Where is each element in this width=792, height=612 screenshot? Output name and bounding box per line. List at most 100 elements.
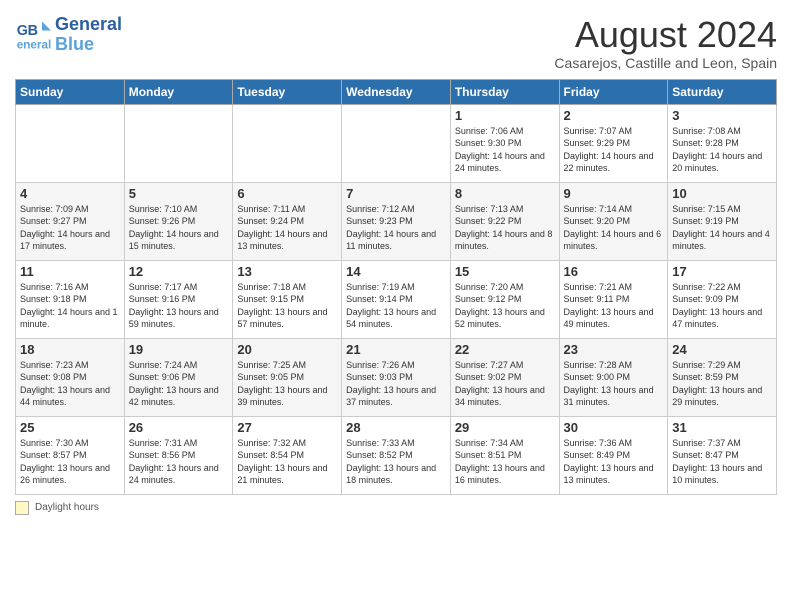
- table-row: 21Sunrise: 7:26 AMSunset: 9:03 PMDayligh…: [342, 338, 451, 416]
- day-info: Sunrise: 7:23 AMSunset: 9:08 PMDaylight:…: [20, 359, 120, 409]
- table-row: 20 Sunrise: 7:25 AMSunset: 9:05 PMDayligh…: [233, 338, 342, 416]
- logo-text-general: General: [55, 15, 122, 35]
- day-info: Sunrise: 7:24 AMSunset: 9:06 PMDaylight:…: [129, 359, 229, 409]
- svg-text:B: B: [28, 23, 38, 39]
- day-info: Sunrise: 7:17 AMSunset: 9:16 PMDaylight:…: [129, 281, 229, 331]
- logo: G B eneral General Blue: [15, 15, 122, 55]
- day-info: Sunrise: 7:21 AMSunset: 9:11 PMDaylight:…: [564, 281, 664, 331]
- table-row: 1 Sunrise: 7:06 AMSunset: 9:30 PMDaylight…: [450, 104, 559, 182]
- col-sunday: Sunday: [16, 79, 125, 104]
- table-row: 9 Sunrise: 7:14 AMSunset: 9:20 PMDaylight…: [559, 182, 668, 260]
- day-number: 28: [346, 420, 446, 435]
- legend-box: [15, 501, 29, 515]
- table-row: 13Sunrise: 7:18 AMSunset: 9:15 PMDayligh…: [233, 260, 342, 338]
- table-row: [124, 104, 233, 182]
- table-row: 31Sunrise: 7:37 AMSunset: 8:47 PMDayligh…: [668, 416, 777, 494]
- day-number: 16: [564, 264, 664, 279]
- table-row: 22Sunrise: 7:27 AMSunset: 9:02 PMDayligh…: [450, 338, 559, 416]
- day-number: 27: [237, 420, 337, 435]
- day-info: Sunrise: 7:10 AMSunset: 9:26 PMDaylight:…: [129, 203, 229, 253]
- day-info: Sunrise: 7:08 AMSunset: 9:28 PMDaylight:…: [672, 125, 772, 175]
- page-header: G B eneral General Blue August 2024 Casa…: [15, 15, 777, 71]
- calendar-week-3: 11 Sunrise: 7:16 AMSunset: 9:18 PMDayligh…: [16, 260, 777, 338]
- day-info: Sunrise: 7:16 AMSunset: 9:18 PMDaylight:…: [20, 281, 120, 331]
- day-number: 18: [20, 342, 120, 357]
- table-row: 3 Sunrise: 7:08 AMSunset: 9:28 PMDaylight…: [668, 104, 777, 182]
- table-row: 19 Sunrise: 7:24 AMSunset: 9:06 PMDayligh…: [124, 338, 233, 416]
- table-row: 12 Sunrise: 7:17 AMSunset: 9:16 PMDayligh…: [124, 260, 233, 338]
- table-row: [342, 104, 451, 182]
- day-number: 12: [129, 264, 229, 279]
- day-number: 15: [455, 264, 555, 279]
- day-info: Sunrise: 7:06 AMSunset: 9:30 PMDaylight:…: [455, 125, 555, 175]
- table-row: 25Sunrise: 7:30 AMSunset: 8:57 PMDayligh…: [16, 416, 125, 494]
- day-number: 1: [455, 108, 555, 123]
- table-row: 6 Sunrise: 7:11 AMSunset: 9:24 PMDaylight…: [233, 182, 342, 260]
- day-info: Sunrise: 7:19 AMSunset: 9:14 PMDaylight:…: [346, 281, 446, 331]
- day-info: Sunrise: 7:11 AMSunset: 9:24 PMDaylight:…: [237, 203, 337, 253]
- svg-text:eneral: eneral: [17, 38, 51, 51]
- calendar-week-5: 25Sunrise: 7:30 AMSunset: 8:57 PMDayligh…: [16, 416, 777, 494]
- table-row: 16 Sunrise: 7:21 AMSunset: 9:11 PMDayligh…: [559, 260, 668, 338]
- col-tuesday: Tuesday: [233, 79, 342, 104]
- day-number: 20: [237, 342, 337, 357]
- table-row: 14 Sunrise: 7:19 AMSunset: 9:14 PMDayligh…: [342, 260, 451, 338]
- day-number: 24: [672, 342, 772, 357]
- day-info: Sunrise: 7:32 AMSunset: 8:54 PMDaylight:…: [237, 437, 337, 487]
- day-info: Sunrise: 7:14 AMSunset: 9:20 PMDaylight:…: [564, 203, 664, 253]
- table-row: 11 Sunrise: 7:16 AMSunset: 9:18 PMDayligh…: [16, 260, 125, 338]
- day-number: 7: [346, 186, 446, 201]
- table-row: 28 Sunrise: 7:33 AMSunset: 8:52 PMDayligh…: [342, 416, 451, 494]
- day-number: 3: [672, 108, 772, 123]
- day-number: 4: [20, 186, 120, 201]
- day-number: 29: [455, 420, 555, 435]
- day-number: 8: [455, 186, 555, 201]
- day-info: Sunrise: 7:28 AMSunset: 9:00 PMDaylight:…: [564, 359, 664, 409]
- day-info: Sunrise: 7:12 AMSunset: 9:23 PMDaylight:…: [346, 203, 446, 253]
- calendar-header-row: Sunday Monday Tuesday Wednesday Thursday…: [16, 79, 777, 104]
- table-row: 17Sunrise: 7:22 AMSunset: 9:09 PMDayligh…: [668, 260, 777, 338]
- day-info: Sunrise: 7:30 AMSunset: 8:57 PMDaylight:…: [20, 437, 120, 487]
- day-number: 10: [672, 186, 772, 201]
- legend: Daylight hours: [15, 501, 99, 515]
- day-info: Sunrise: 7:36 AMSunset: 8:49 PMDaylight:…: [564, 437, 664, 487]
- day-info: Sunrise: 7:07 AMSunset: 9:29 PMDaylight:…: [564, 125, 664, 175]
- table-row: 4Sunrise: 7:09 AMSunset: 9:27 PMDaylight…: [16, 182, 125, 260]
- table-row: 2 Sunrise: 7:07 AMSunset: 9:29 PMDaylight…: [559, 104, 668, 182]
- day-info: Sunrise: 7:29 AMSunset: 8:59 PMDaylight:…: [672, 359, 772, 409]
- table-row: 7 Sunrise: 7:12 AMSunset: 9:23 PMDaylight…: [342, 182, 451, 260]
- table-row: 18 Sunrise: 7:23 AMSunset: 9:08 PMDayligh…: [16, 338, 125, 416]
- day-info: Sunrise: 7:34 AMSunset: 8:51 PMDaylight:…: [455, 437, 555, 487]
- day-number: 6: [237, 186, 337, 201]
- day-info: Sunrise: 7:13 AMSunset: 9:22 PMDaylight:…: [455, 203, 555, 253]
- logo-icon: G B eneral: [15, 17, 51, 53]
- day-number: 22: [455, 342, 555, 357]
- day-number: 9: [564, 186, 664, 201]
- day-number: 14: [346, 264, 446, 279]
- day-info: Sunrise: 7:33 AMSunset: 8:52 PMDaylight:…: [346, 437, 446, 487]
- day-info: Sunrise: 7:31 AMSunset: 8:56 PMDaylight:…: [129, 437, 229, 487]
- day-number: 5: [129, 186, 229, 201]
- day-number: 19: [129, 342, 229, 357]
- table-row: 23 Sunrise: 7:28 AMSunset: 9:00 PMDayligh…: [559, 338, 668, 416]
- table-row: 30Sunrise: 7:36 AMSunset: 8:49 PMDayligh…: [559, 416, 668, 494]
- table-row: 10Sunrise: 7:15 AMSunset: 9:19 PMDayligh…: [668, 182, 777, 260]
- calendar-week-2: 4Sunrise: 7:09 AMSunset: 9:27 PMDaylight…: [16, 182, 777, 260]
- day-number: 31: [672, 420, 772, 435]
- table-row: 15Sunrise: 7:20 AMSunset: 9:12 PMDayligh…: [450, 260, 559, 338]
- day-number: 11: [20, 264, 120, 279]
- legend-label: Daylight hours: [35, 502, 99, 513]
- table-row: [16, 104, 125, 182]
- location-subtitle: Casarejos, Castille and Leon, Spain: [554, 55, 777, 71]
- day-info: Sunrise: 7:22 AMSunset: 9:09 PMDaylight:…: [672, 281, 772, 331]
- table-row: 29 Sunrise: 7:34 AMSunset: 8:51 PMDayligh…: [450, 416, 559, 494]
- day-number: 23: [564, 342, 664, 357]
- col-monday: Monday: [124, 79, 233, 104]
- day-number: 26: [129, 420, 229, 435]
- table-row: 26 Sunrise: 7:31 AMSunset: 8:56 PMDayligh…: [124, 416, 233, 494]
- day-info: Sunrise: 7:26 AMSunset: 9:03 PMDaylight:…: [346, 359, 446, 409]
- svg-text:G: G: [17, 23, 28, 39]
- day-info: Sunrise: 7:25 AMSunset: 9:05 PMDaylight:…: [237, 359, 337, 409]
- day-number: 2: [564, 108, 664, 123]
- table-row: 24 Sunrise: 7:29 AMSunset: 8:59 PMDayligh…: [668, 338, 777, 416]
